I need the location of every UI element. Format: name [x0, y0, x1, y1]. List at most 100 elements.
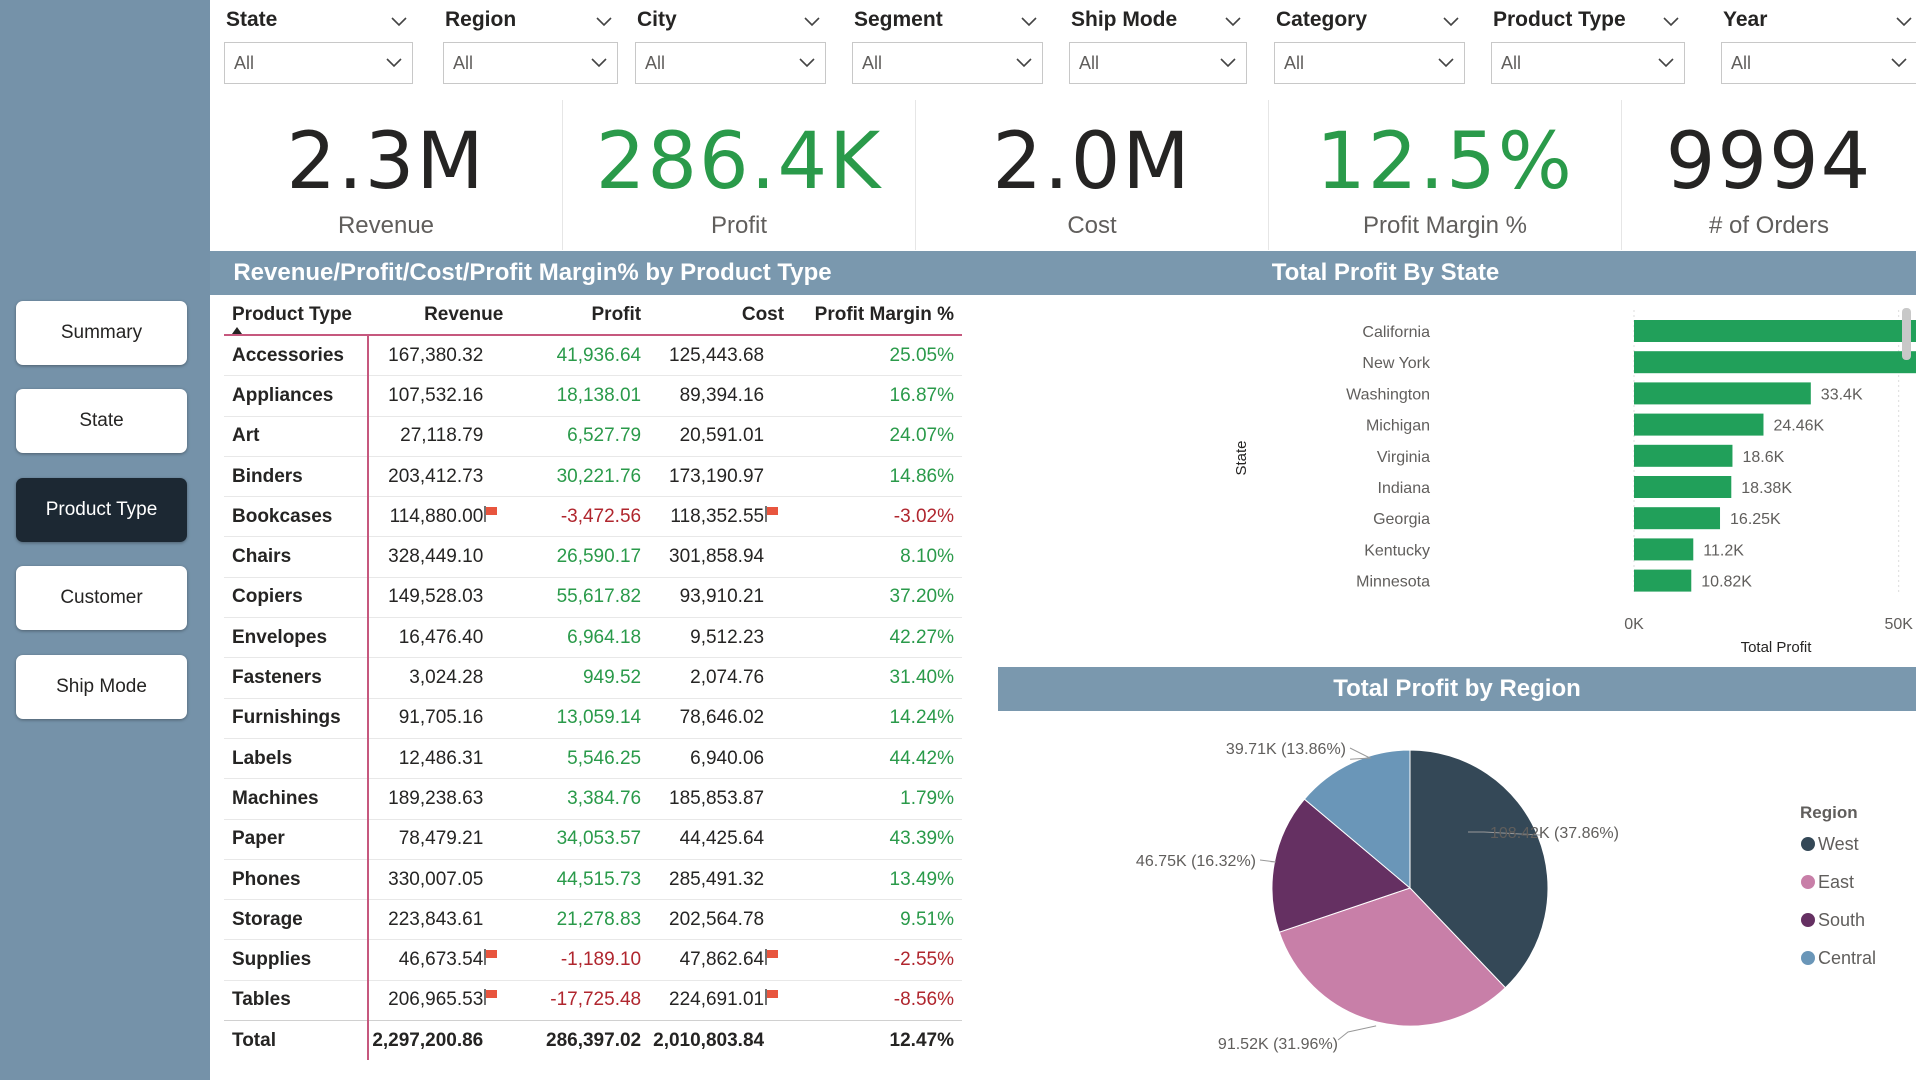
bar[interactable]	[1634, 476, 1732, 498]
slicer-dropdown[interactable]: All	[1274, 42, 1465, 84]
data-label: 11.2K	[1703, 542, 1744, 559]
bar[interactable]	[1634, 507, 1721, 530]
table-row[interactable]: Machines 189,238.63 3,384.76 185,853.87 1.79…	[224, 778, 962, 820]
bar[interactable]	[1634, 538, 1694, 561]
table-row[interactable]: Bookcases 114,880.00 -3,472.56 118,352.55 -3…	[224, 496, 962, 537]
cell-profit: 13,059.14	[511, 697, 650, 739]
slicer-city[interactable]: City All	[621, 0, 826, 92]
table-row[interactable]: Copiers 149,528.03 55,617.82 93,910.21 37.20…	[224, 576, 962, 618]
cell-cost: 89,394.16	[649, 375, 793, 417]
cell-profit-margin: 44.42%	[792, 737, 962, 779]
slicer-year[interactable]: Year All	[1707, 0, 1916, 92]
slicer-product-type[interactable]: Product Type All	[1477, 0, 1685, 92]
table-row[interactable]: Phones 330,007.05 44,515.73 285,491.32 13.49…	[224, 858, 962, 900]
table-row[interactable]: Fasteners 3,024.28 949.52 2,074.76 31.40%	[224, 657, 962, 699]
cell-profit-margin: 9.51%	[792, 899, 962, 940]
product-type-matrix[interactable]: Product Type Revenue Profit Cost Profit Marg…	[224, 296, 962, 1061]
kpi-label: # of Orders	[1708, 212, 1830, 239]
collapse-chevron-icon[interactable]	[1663, 14, 1679, 27]
table-row[interactable]: Appliances 107,532.16 18,138.01 89,394.16 16…	[224, 375, 962, 417]
table-row[interactable]: Accessories 167,380.32 41,936.64 125,443.68…	[224, 334, 962, 376]
collapse-chevron-icon[interactable]	[1896, 14, 1912, 27]
cell-product-type: Envelopes	[224, 617, 370, 658]
table-row[interactable]: Labels 12,486.31 5,546.25 6,940.06 44.42%	[224, 737, 962, 779]
column-header-cost[interactable]: Cost	[649, 296, 793, 336]
cell-revenue: 16,476.40	[368, 617, 512, 658]
legend-title: Region	[1800, 803, 1858, 822]
slicer-dropdown[interactable]: All	[1721, 42, 1916, 84]
chevron-down-icon	[1016, 55, 1032, 73]
table-row[interactable]: Binders 203,412.73 30,221.76 173,190.97 14.8…	[224, 455, 962, 497]
cell-total-margin: 12.47%	[792, 1020, 962, 1061]
legend-marker	[1801, 951, 1815, 965]
table-row[interactable]: Furnishings 91,705.16 13,059.14 78,646.02 14…	[224, 697, 962, 739]
table-row[interactable]: Art 27,118.79 6,527.79 20,591.01 24.07%	[224, 415, 962, 457]
bar[interactable]	[1634, 569, 1692, 592]
slicer-selected-value: All	[1501, 53, 1522, 73]
column-header-margin[interactable]: Profit Margin %	[792, 296, 962, 336]
nav-button-ship-mode[interactable]: Ship Mode	[16, 655, 187, 719]
collapse-chevron-icon[interactable]	[1021, 14, 1037, 27]
nav-button-state[interactable]: State	[16, 389, 187, 453]
collapse-chevron-icon[interactable]	[596, 14, 612, 27]
column-header-type[interactable]: Product Type	[224, 296, 369, 336]
kpi-value: 2.3M	[286, 117, 486, 207]
table-row[interactable]: Supplies 46,673.54 -1,189.10 47,862.64 -2.55…	[224, 939, 962, 981]
slicer-region[interactable]: Region All	[429, 0, 618, 92]
bar[interactable]	[1634, 351, 1916, 374]
column-header-label: Revenue	[424, 304, 504, 325]
cell-profit: 55,617.82	[511, 576, 650, 618]
cell-cost: 9,512.23	[649, 617, 793, 658]
pie-data-label: 39.71K (13.86%)	[1226, 741, 1346, 758]
slicer-dropdown[interactable]: All	[635, 42, 826, 84]
slicer-state[interactable]: State All	[210, 0, 413, 92]
cell-total-cost: 2,010,803.84	[649, 1020, 793, 1061]
table-row[interactable]: Envelopes 16,476.40 6,964.18 9,512.23 42.27%	[224, 617, 962, 658]
cell-value: 16,476.40	[398, 626, 484, 648]
slicer-category[interactable]: Category All	[1260, 0, 1465, 92]
table-row[interactable]: Tables 206,965.53 -17,725.48 224,691.01 -8.5…	[224, 979, 962, 1021]
slicer-dropdown[interactable]: All	[1069, 42, 1247, 84]
y-axis-title: State	[1233, 440, 1250, 475]
cell-revenue: 12,486.31	[368, 737, 512, 779]
collapse-chevron-icon[interactable]	[1443, 14, 1459, 27]
table-total-row: Total 2,297,200.86 286,397.02 2,010,803.84 1…	[224, 1020, 962, 1061]
data-label: 16.25K	[1730, 511, 1781, 528]
bar[interactable]	[1634, 413, 1764, 436]
collapse-chevron-icon[interactable]	[804, 14, 820, 27]
legend-item-west[interactable]: West	[1818, 834, 1859, 854]
cell-product-type: Tables	[224, 979, 370, 1021]
vertical-scrollbar[interactable]	[1902, 308, 1911, 360]
cell-product-type: Chairs	[224, 536, 370, 578]
column-header-profit[interactable]: Profit	[511, 296, 650, 336]
slicer-title: Segment	[854, 8, 943, 31]
cell-product-type: Fasteners	[224, 657, 370, 699]
legend-item-east[interactable]: East	[1818, 872, 1854, 892]
legend-marker	[1801, 913, 1815, 927]
red-flag-icon	[483, 948, 503, 972]
slicer-segment[interactable]: Segment All	[838, 0, 1043, 92]
column-header-revenue[interactable]: Revenue	[368, 296, 512, 336]
bar[interactable]	[1634, 320, 1916, 342]
nav-button-summary[interactable]: Summary	[16, 301, 187, 365]
table-row[interactable]: Chairs 328,449.10 26,590.17 301,858.94 8.10%	[224, 536, 962, 578]
nav-button-product-type[interactable]: Product Type	[16, 478, 187, 542]
column-header-label: Profit Margin %	[814, 304, 954, 325]
collapse-chevron-icon[interactable]	[1225, 14, 1241, 27]
cell-cost: 301,858.94	[649, 536, 793, 578]
slicer-dropdown[interactable]: All	[443, 42, 618, 84]
slicer-ship-mode[interactable]: Ship Mode All	[1055, 0, 1247, 92]
slicer-dropdown[interactable]: All	[852, 42, 1043, 84]
legend-item-central[interactable]: Central	[1818, 948, 1876, 968]
bar[interactable]	[1634, 382, 1811, 405]
cell-value: 301,858.94	[669, 546, 765, 568]
legend-item-south[interactable]: South	[1818, 910, 1865, 930]
cell-product-type: Supplies	[224, 939, 370, 981]
slicer-dropdown[interactable]: All	[224, 42, 413, 84]
collapse-chevron-icon[interactable]	[391, 14, 407, 27]
table-row[interactable]: Paper 78,479.21 34,053.57 44,425.64 43.39%	[224, 818, 962, 860]
table-row[interactable]: Storage 223,843.61 21,278.83 202,564.78 9.51…	[224, 899, 962, 940]
bar[interactable]	[1634, 444, 1733, 467]
slicer-dropdown[interactable]: All	[1491, 42, 1685, 84]
nav-button-customer[interactable]: Customer	[16, 566, 187, 630]
